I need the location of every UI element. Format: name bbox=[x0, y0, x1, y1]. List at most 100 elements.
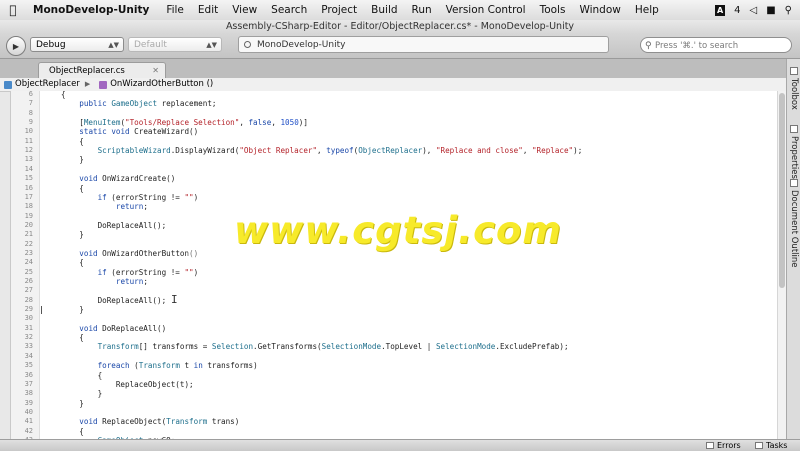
code-line[interactable]: 27 bbox=[11, 286, 771, 295]
code-line[interactable]: 16 { bbox=[11, 184, 771, 193]
line-number: 22 bbox=[24, 239, 33, 248]
line-number: 19 bbox=[24, 211, 33, 220]
code-line[interactable]: 28 DoReplaceAll(); bbox=[11, 296, 771, 305]
class-icon bbox=[4, 80, 12, 89]
chevron-updown-icon: ▲▼ bbox=[108, 41, 119, 49]
menu-window[interactable]: Window bbox=[572, 4, 627, 16]
code-line[interactable]: 14 bbox=[11, 165, 771, 174]
errors-icon bbox=[706, 442, 714, 449]
apple-icon[interactable]:  bbox=[0, 3, 26, 17]
status-icon bbox=[244, 41, 251, 48]
menu-edit[interactable]: Edit bbox=[191, 4, 225, 16]
breadcrumb-method[interactable]: OnWizardOtherButton () bbox=[95, 78, 213, 91]
code-line[interactable]: 13 } bbox=[11, 155, 771, 164]
tasks-pad-button[interactable]: Tasks bbox=[755, 440, 787, 451]
code-line[interactable]: 33 Transform[] transforms = Selection.Ge… bbox=[11, 342, 771, 351]
menu-tools[interactable]: Tools bbox=[533, 4, 573, 16]
wifi-icon[interactable]: ◁ bbox=[750, 5, 758, 16]
line-number: 24 bbox=[24, 258, 33, 267]
errors-pad-button[interactable]: Errors bbox=[706, 440, 741, 451]
line-number: 17 bbox=[24, 192, 33, 201]
dock-tab-toolbox-label: Toolbox bbox=[789, 78, 799, 110]
configuration-value: Debug bbox=[36, 40, 66, 50]
platform-select[interactable]: Default ▲▼ bbox=[128, 37, 222, 52]
scrollbar-thumb[interactable] bbox=[779, 93, 785, 288]
line-number: 15 bbox=[24, 174, 33, 183]
code-line[interactable]: 41 void ReplaceObject(Transform trans) bbox=[11, 417, 771, 426]
text-cursor-icon: I bbox=[171, 293, 178, 306]
code-text: foreach (Transform t in transforms) bbox=[97, 361, 258, 371]
menu-view[interactable]: View bbox=[225, 4, 264, 16]
code-text: { bbox=[61, 183, 84, 193]
adobe-icon[interactable]: A bbox=[714, 4, 726, 16]
close-icon[interactable]: ✕ bbox=[152, 63, 159, 79]
code-line[interactable]: 42 { bbox=[11, 427, 771, 436]
code-line[interactable]: 15 void OnWizardCreate() bbox=[11, 174, 771, 183]
dock-tab-toolbox[interactable]: Toolbox bbox=[787, 67, 800, 110]
line-number: 8 bbox=[28, 108, 33, 117]
code-line[interactable]: 30 bbox=[11, 314, 771, 323]
menu-search[interactable]: Search bbox=[264, 4, 314, 16]
dock-tab-document-outline[interactable]: Document Outline bbox=[787, 179, 800, 268]
menu-help[interactable]: Help bbox=[628, 4, 666, 16]
breadcrumb-class[interactable]: ObjectReplacer bbox=[0, 78, 80, 91]
code-text: public GameObject replacement; bbox=[79, 99, 217, 109]
line-number: 20 bbox=[24, 220, 33, 229]
code-line[interactable]: 11 { bbox=[11, 137, 771, 146]
menu-app-name[interactable]: MonoDevelop-Unity bbox=[26, 4, 159, 16]
menu-project[interactable]: Project bbox=[314, 4, 364, 16]
dock-tab-outline-label: Document Outline bbox=[789, 190, 799, 268]
code-line[interactable]: 35 foreach (Transform t in transforms) bbox=[11, 361, 771, 370]
code-line[interactable]: 10 static void CreateWizard() bbox=[11, 127, 771, 136]
search-icon: ⚲ bbox=[645, 41, 652, 51]
properties-icon bbox=[790, 125, 798, 133]
volume-icon[interactable]: ■ bbox=[766, 5, 775, 16]
code-line[interactable]: 36 { bbox=[11, 371, 771, 380]
code-text: } bbox=[61, 398, 84, 408]
run-button[interactable]: ▶ bbox=[6, 36, 26, 56]
spotlight-icon[interactable]: ⚲ bbox=[785, 5, 792, 16]
menu-file[interactable]: File bbox=[159, 4, 191, 16]
code-line[interactable]: 38 } bbox=[11, 389, 771, 398]
code-line[interactable]: 37 ReplaceObject(t); bbox=[11, 380, 771, 389]
menu-run[interactable]: Run bbox=[405, 4, 439, 16]
code-line[interactable]: 39 } bbox=[11, 399, 771, 408]
configuration-select[interactable]: Debug ▲▼ bbox=[30, 37, 124, 52]
code-line[interactable]: 29 } bbox=[11, 305, 771, 315]
code-line[interactable]: 40 bbox=[11, 408, 771, 417]
code-line[interactable]: 12 ScriptableWizard.DisplayWizard("Objec… bbox=[11, 146, 771, 155]
code-text: return; bbox=[115, 202, 148, 212]
line-number: 18 bbox=[24, 202, 33, 211]
line-number: 16 bbox=[24, 183, 33, 192]
code-text: } bbox=[61, 305, 84, 315]
line-number: 36 bbox=[24, 370, 33, 379]
code-line[interactable]: 7 public GameObject replacement; bbox=[11, 99, 771, 108]
search-input[interactable]: ⚲ Press '⌘.' to search bbox=[640, 37, 792, 53]
search-placeholder: Press '⌘.' to search bbox=[655, 41, 739, 51]
code-line[interactable]: 25 if (errorString != "") bbox=[11, 268, 771, 277]
code-editor[interactable]: 6{7 public GameObject replacement; 8 9 [Me… bbox=[10, 91, 778, 439]
code-line[interactable]: 9 [MenuItem("Tools/Replace Selection", f… bbox=[11, 118, 771, 127]
dock-tab-properties[interactable]: Properties bbox=[787, 125, 800, 179]
chevron-updown-icon: ▲▼ bbox=[206, 41, 217, 49]
line-number: 11 bbox=[24, 136, 33, 145]
play-icon: ▶ bbox=[12, 41, 20, 51]
code-text: [MenuItem("Tools/Replace Selection", fal… bbox=[61, 118, 308, 128]
breadcrumb-class-label: ObjectReplacer bbox=[15, 79, 80, 89]
code-line[interactable]: 32 { bbox=[11, 333, 771, 342]
code-line[interactable]: 8 bbox=[11, 109, 771, 118]
code-text: Transform[] transforms = Selection.GetTr… bbox=[97, 342, 569, 352]
menu-build[interactable]: Build bbox=[364, 4, 404, 16]
menu-version-control[interactable]: Version Control bbox=[439, 4, 533, 16]
code-text: static void CreateWizard() bbox=[79, 127, 199, 137]
status-bar: MonoDevelop-Unity bbox=[238, 36, 609, 53]
right-dock: Toolbox Properties Document Outline bbox=[786, 59, 800, 439]
code-line[interactable]: 6{ bbox=[11, 91, 771, 99]
tab-label: ObjectReplacer.cs bbox=[49, 66, 125, 76]
line-number: 37 bbox=[24, 379, 33, 388]
code-text: void DoReplaceAll() bbox=[79, 323, 167, 333]
tab-objectreplacer[interactable]: ObjectReplacer.cs ✕ bbox=[38, 62, 166, 78]
code-line[interactable]: 26 return; bbox=[11, 277, 771, 286]
code-line[interactable]: 31 void DoReplaceAll() bbox=[11, 324, 771, 333]
code-line[interactable]: 34 bbox=[11, 352, 771, 361]
